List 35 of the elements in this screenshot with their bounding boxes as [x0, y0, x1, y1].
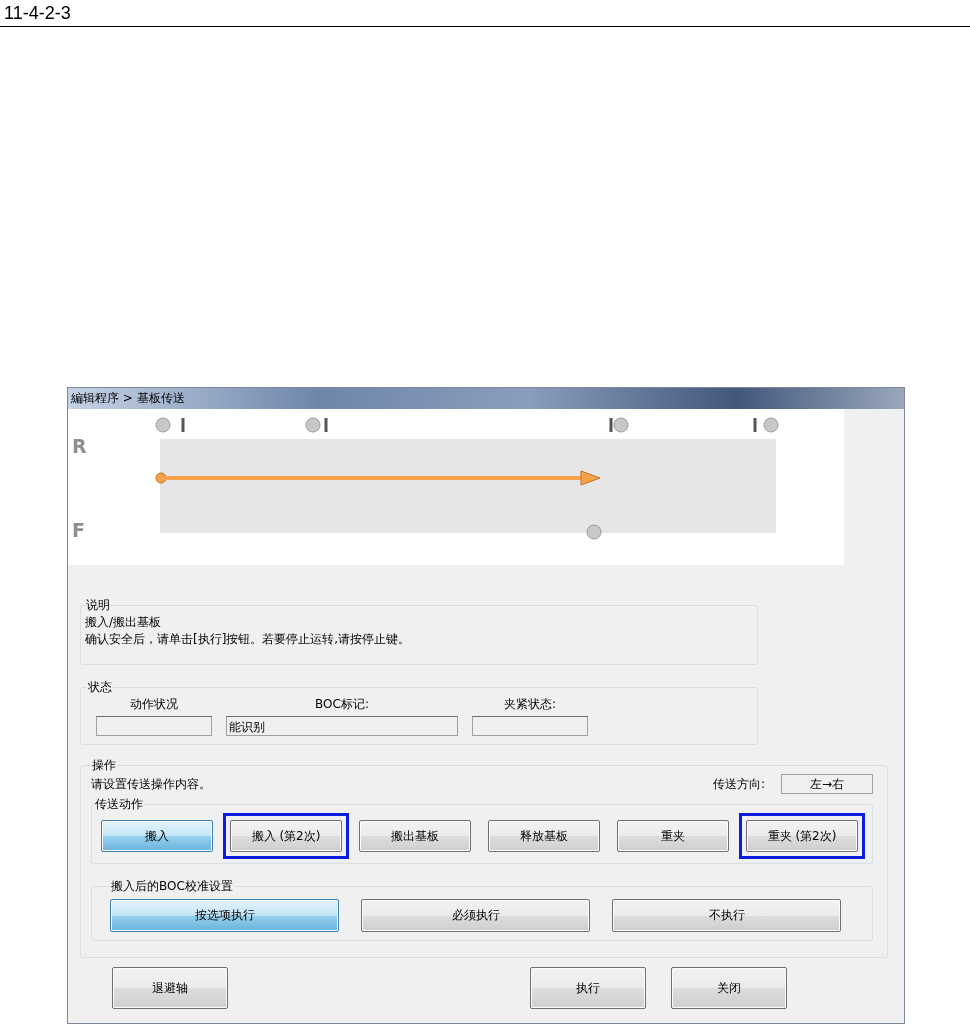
field-label: BOC标记: [315, 696, 369, 713]
sensor-icon [753, 417, 779, 433]
field-label: 动作状况 [130, 696, 178, 713]
row-label: F [72, 519, 85, 541]
group-title: 操作 [91, 757, 117, 774]
sensor-icon [305, 417, 328, 433]
hint-text: 请设置传送操作内容。 [91, 775, 211, 793]
field-label: 传送方向: [712, 775, 765, 793]
transfer-button[interactable]: 搬入 [101, 820, 213, 852]
group-title: 说明 [85, 597, 111, 614]
option-button[interactable]: 按选项执行 [110, 899, 339, 932]
sensor-icon [609, 417, 629, 433]
action-button[interactable]: 关闭 [671, 967, 787, 1009]
field-label: 夹紧状态: [503, 696, 556, 713]
group-title: 状态 [87, 679, 113, 696]
transfer-button[interactable]: 释放基板 [488, 820, 600, 852]
transfer-button[interactable]: 重夹 (第2次) [746, 820, 858, 852]
option-button[interactable]: 不执行 [612, 899, 841, 932]
group-title: 搬入后的BOC校准设置 [110, 878, 234, 895]
transfer-button[interactable]: 搬入 (第2次) [230, 820, 342, 852]
description-text: 确认安全后，请单击[执行]按钮。若要停止运转,请按停止键。 [85, 631, 412, 648]
action-button[interactable]: 退避轴 [112, 967, 228, 1009]
sensor-icon [155, 417, 185, 433]
option-button[interactable]: 必须执行 [361, 899, 590, 932]
group-title: 传送动作 [94, 796, 144, 813]
description-text: 搬入/搬出基板 [85, 614, 163, 631]
transfer-button[interactable]: 重夹 [617, 820, 729, 852]
section-number: 11-4-2-3 [4, 2, 71, 25]
sensor-icon [586, 524, 602, 540]
row-label: R [72, 435, 87, 457]
window-title: 編辑程序 > 基板传送 [71, 390, 185, 407]
action-button[interactable]: 执行 [530, 967, 646, 1009]
transfer-button[interactable]: 搬出基板 [359, 820, 471, 852]
direction-field: 左→右 [781, 774, 873, 794]
status-field: 能识别 [226, 716, 458, 736]
